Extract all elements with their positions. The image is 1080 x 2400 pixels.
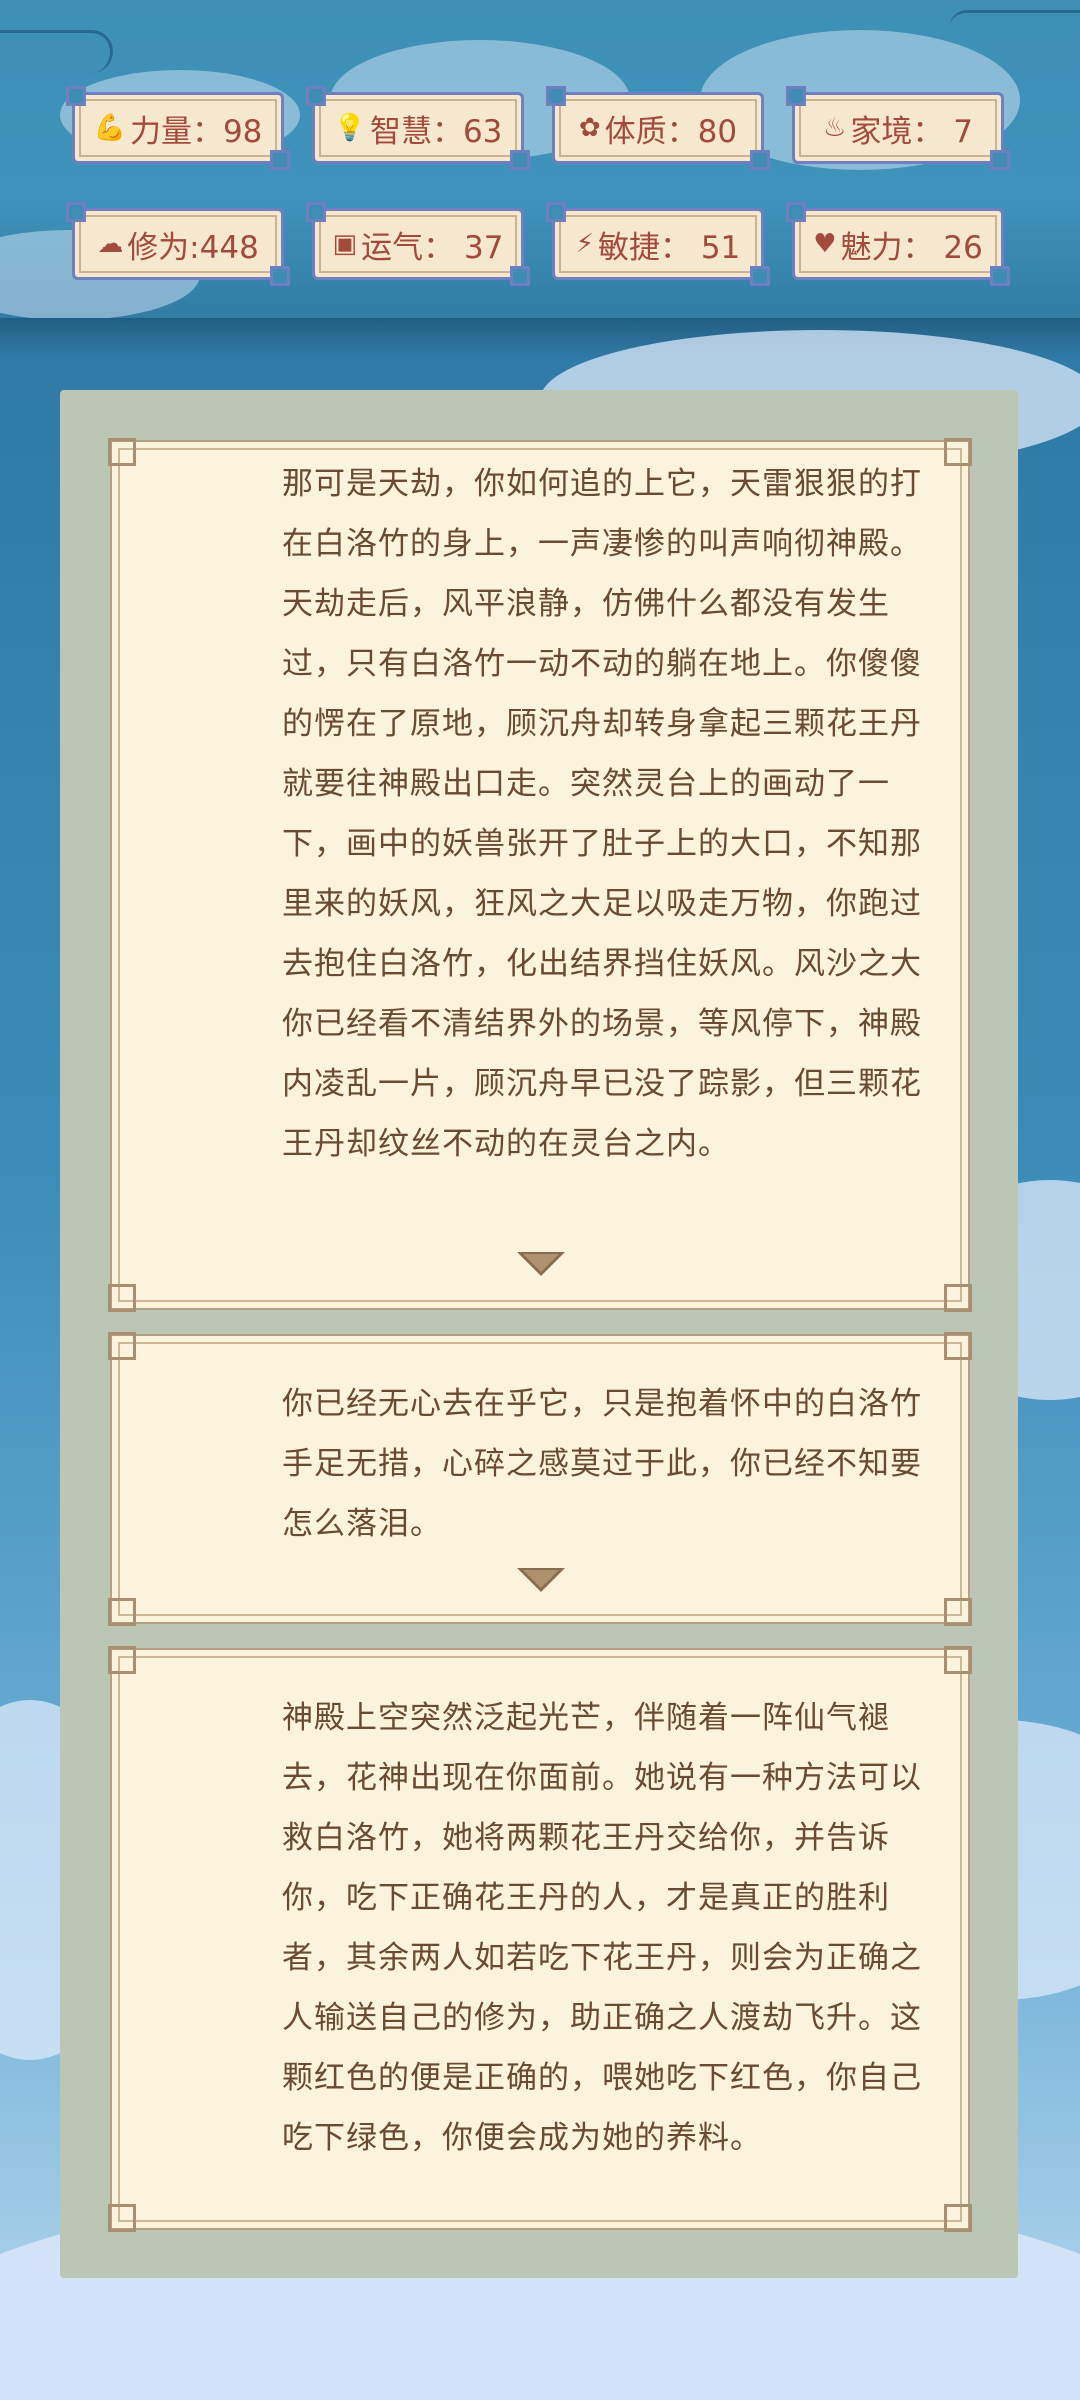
story-card[interactable]: 你已经无心去在乎它，只是抱着怀中的白洛竹手足无措，心碎之感莫过于此，你已经不知要… — [108, 1332, 972, 1626]
card-corner — [108, 438, 136, 466]
card-corner — [944, 1284, 972, 1312]
stat-label: 力量：98 — [129, 113, 263, 150]
stat-luck: ▣ 运气： 37 — [306, 202, 530, 286]
story-card[interactable]: 神殿上空突然泛起光芒，伴随着一阵仙气褪去，花神出现在你面前。她说有一种方法可以救… — [108, 1646, 972, 2232]
stat-strength: 💪 力量：98 — [66, 86, 290, 170]
stat-constitution: ✿ 体质：80 — [546, 86, 770, 170]
stat-wisdom: 💡 智慧：63 — [306, 86, 530, 170]
stats-bar: 💪 力量：98 💡 智慧：63 ✿ 体质：80 ♨ 家境： 7 ☁ 修为:448 ▣ 运气：… — [66, 86, 1012, 286]
card-corner — [944, 2204, 972, 2232]
stat-label: 敏捷： 51 — [597, 229, 741, 266]
card-corner — [944, 1598, 972, 1626]
card-corner — [108, 1284, 136, 1312]
stat-label: 运气： 37 — [361, 229, 504, 266]
lightbulb-icon: 💡 — [333, 113, 366, 143]
card-corner — [944, 438, 972, 466]
card-corner — [108, 1646, 136, 1674]
stat-label: 智慧：63 — [369, 113, 503, 150]
constitution-icon: ✿ — [578, 113, 601, 143]
heart-icon: ♥ — [813, 229, 837, 259]
cloud-swirl — [950, 10, 1080, 43]
muscle-icon: 💪 — [93, 113, 126, 143]
stat-agility: ⚡ 敏捷： 51 — [546, 202, 770, 286]
card-corner — [944, 1332, 972, 1360]
cloud-swirl — [0, 30, 113, 73]
story-text: 神殿上空突然泛起光芒，伴随着一阵仙气褪去，花神出现在你面前。她说有一种方法可以救… — [282, 1700, 922, 2156]
card-corner — [108, 2204, 136, 2232]
stat-label: 修为:448 — [127, 229, 259, 266]
luck-icon: ▣ — [332, 229, 358, 259]
stat-label: 体质：80 — [604, 113, 738, 150]
story-text: 你已经无心去在乎它，只是抱着怀中的白洛竹手足无措，心碎之感莫过于此，你已经不知要… — [282, 1386, 922, 1542]
card-corner — [108, 1598, 136, 1626]
continue-arrow-icon[interactable] — [517, 1568, 565, 1592]
story-text: 那可是天劫，你如何追的上它，天雷狠狠的打在白洛竹的身上，一声凄惨的叫声响彻神殿。… — [282, 466, 922, 1162]
stat-cultivation: ☁ 修为:448 — [66, 202, 290, 286]
stat-family: ♨ 家境： 7 — [786, 86, 1010, 170]
card-corner — [944, 1646, 972, 1674]
stat-charm: ♥ 魅力： 26 — [786, 202, 1010, 286]
lightning-icon: ⚡ — [575, 229, 594, 259]
story-card[interactable]: 那可是天劫，你如何追的上它，天雷狠狠的打在白洛竹的身上，一声凄惨的叫声响彻神殿。… — [108, 438, 972, 1312]
cloud-icon: ☁ — [97, 229, 124, 259]
family-icon: ♨ — [823, 113, 847, 143]
card-corner — [108, 1332, 136, 1360]
stat-label: 魅力： 26 — [840, 229, 983, 266]
stat-label: 家境： 7 — [850, 113, 973, 150]
continue-arrow-icon[interactable] — [517, 1252, 565, 1276]
